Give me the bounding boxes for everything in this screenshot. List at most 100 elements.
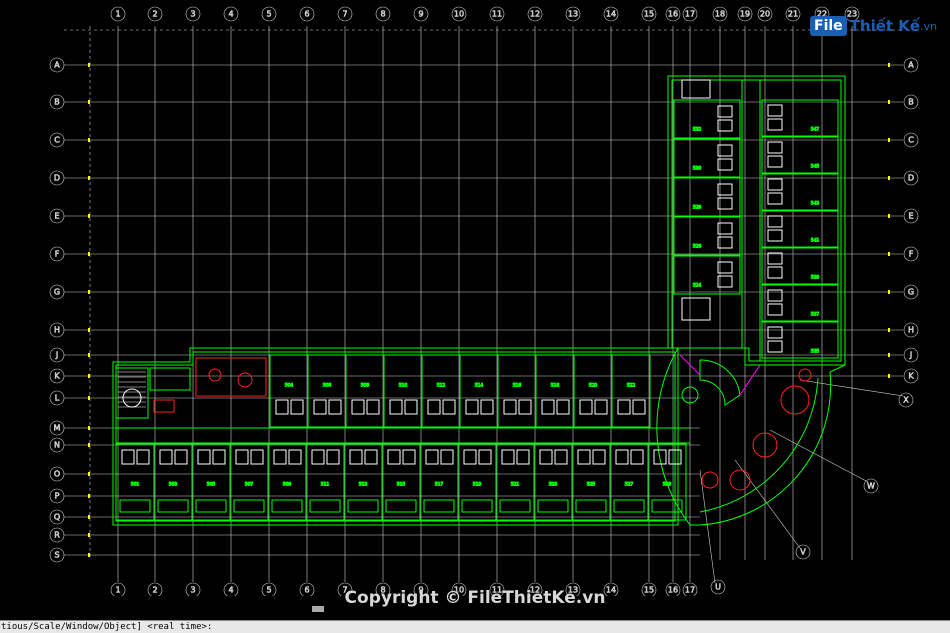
bed-icon [250,449,264,465]
grid-label-top: 13 [568,10,578,19]
survey-mark [88,553,90,557]
guest-room: 512 [421,354,461,428]
room-number: 506 [323,383,332,389]
bed-icon [404,399,418,415]
grid-label-left: G [54,288,60,297]
guest-room: 541 [761,210,839,248]
survey-mark [88,426,90,430]
lounge-furniture [153,357,267,413]
bed-icon [767,266,783,279]
bed-icon [197,449,211,465]
bed-icon [480,399,494,415]
stair-north-lower [681,297,711,321]
radial-axis-label: W [867,482,875,491]
grid-label-top: 3 [190,10,195,19]
survey-mark [88,214,90,218]
radial-axis-line [799,379,904,397]
grid-layer: 1122334455667788991010111112121313141415… [49,6,919,598]
guest-room: 539 [761,247,839,285]
survey-mark [888,138,890,142]
bed-icon [501,449,515,465]
bed-icon [364,449,378,465]
bed-icon [136,449,150,465]
room-number: 547 [811,127,820,133]
survey-mark [888,176,890,180]
survey-mark [88,328,90,332]
guest-room: 505 [191,443,231,521]
bed-icon [442,399,456,415]
guest-room: 537 [761,284,839,322]
logo-mark: File [810,16,847,36]
survey-mark [888,100,890,104]
floor-plan-drawing[interactable]: 1122334455667788991010111112121313141415… [0,0,950,608]
guest-room: 523 [533,443,573,521]
grid-label-right: J [909,351,912,360]
grid-label-left: O [54,470,60,479]
grid-label-top: 20 [760,10,770,19]
survey-mark [888,214,890,218]
bed-icon [311,449,325,465]
guest-room: 507 [229,443,269,521]
logo-tld: .vn [920,19,938,33]
grid-label-right: D [908,174,914,183]
grid-label-top: 7 [342,10,347,19]
grid-label-top: 15 [644,10,654,19]
guest-room: 510 [383,354,423,428]
room-number: 513 [359,482,368,488]
room-number: 535 [811,349,820,355]
radial-axes: UVWX [699,379,914,595]
room-wall [345,354,385,428]
survey-mark [888,328,890,332]
guest-room: 520 [573,354,613,428]
room-wall [573,354,613,428]
bed-icon [594,399,608,415]
command-line[interactable]: tious/Scale/Window/Object] <real time>: [0,620,950,633]
survey-mark [888,374,890,378]
room-number: 507 [245,482,254,488]
copyright-watermark: Copyright © FileThietKe.vn [344,588,606,608]
room-number: 532 [693,127,702,133]
bed-icon [767,289,783,302]
service-block [115,79,711,419]
survey-mark [88,63,90,67]
survey-mark [88,396,90,400]
radial-axis-label: X [903,396,909,405]
reception-desk [153,399,175,413]
grid-label-top: 12 [530,10,540,19]
bathroom [347,499,379,513]
bed-icon [767,252,783,265]
bathroom [271,499,303,513]
survey-mark [88,443,90,447]
survey-mark [88,252,90,256]
logo-name: Thiết Kế [849,17,921,35]
guest-room: 514 [459,354,499,428]
grid-label-top: 2 [152,10,157,19]
bed-icon [554,449,568,465]
bathroom [385,499,417,513]
bed-icon [539,449,553,465]
grid-label-right: A [908,61,914,70]
cad-drawing-canvas[interactable]: 1 1 2 2 3 3 4 4 5 5 6 6 7 7 8 8 9 9 10 10 11 11 12 12 13 13 14 14 15… [0,0,950,608]
bathroom [157,499,189,513]
guest-room: 519 [457,443,497,521]
bathroom [195,499,227,513]
bed-icon [577,449,591,465]
room-number: 515 [397,482,406,488]
room-number: 514 [475,383,484,389]
guest-room: 518 [535,354,575,428]
grid-label-top: 17 [685,10,695,19]
room-number: 537 [811,312,820,318]
section-line [739,364,761,396]
bathroom [423,499,455,513]
dining-table [729,469,751,491]
bed-icon [592,449,606,465]
grid-label-left: M [54,424,61,433]
room-number: 522 [627,383,636,389]
bathroom [575,499,607,513]
survey-mark [88,494,90,498]
guest-room: 506 [307,354,347,428]
grid-label-right: E [908,212,913,221]
guest-room: 527 [609,443,649,521]
building-walls: 504 506 508 510 512 514 516 518 520 522 501 503 505 5… [112,75,846,526]
survey-mark [88,533,90,537]
